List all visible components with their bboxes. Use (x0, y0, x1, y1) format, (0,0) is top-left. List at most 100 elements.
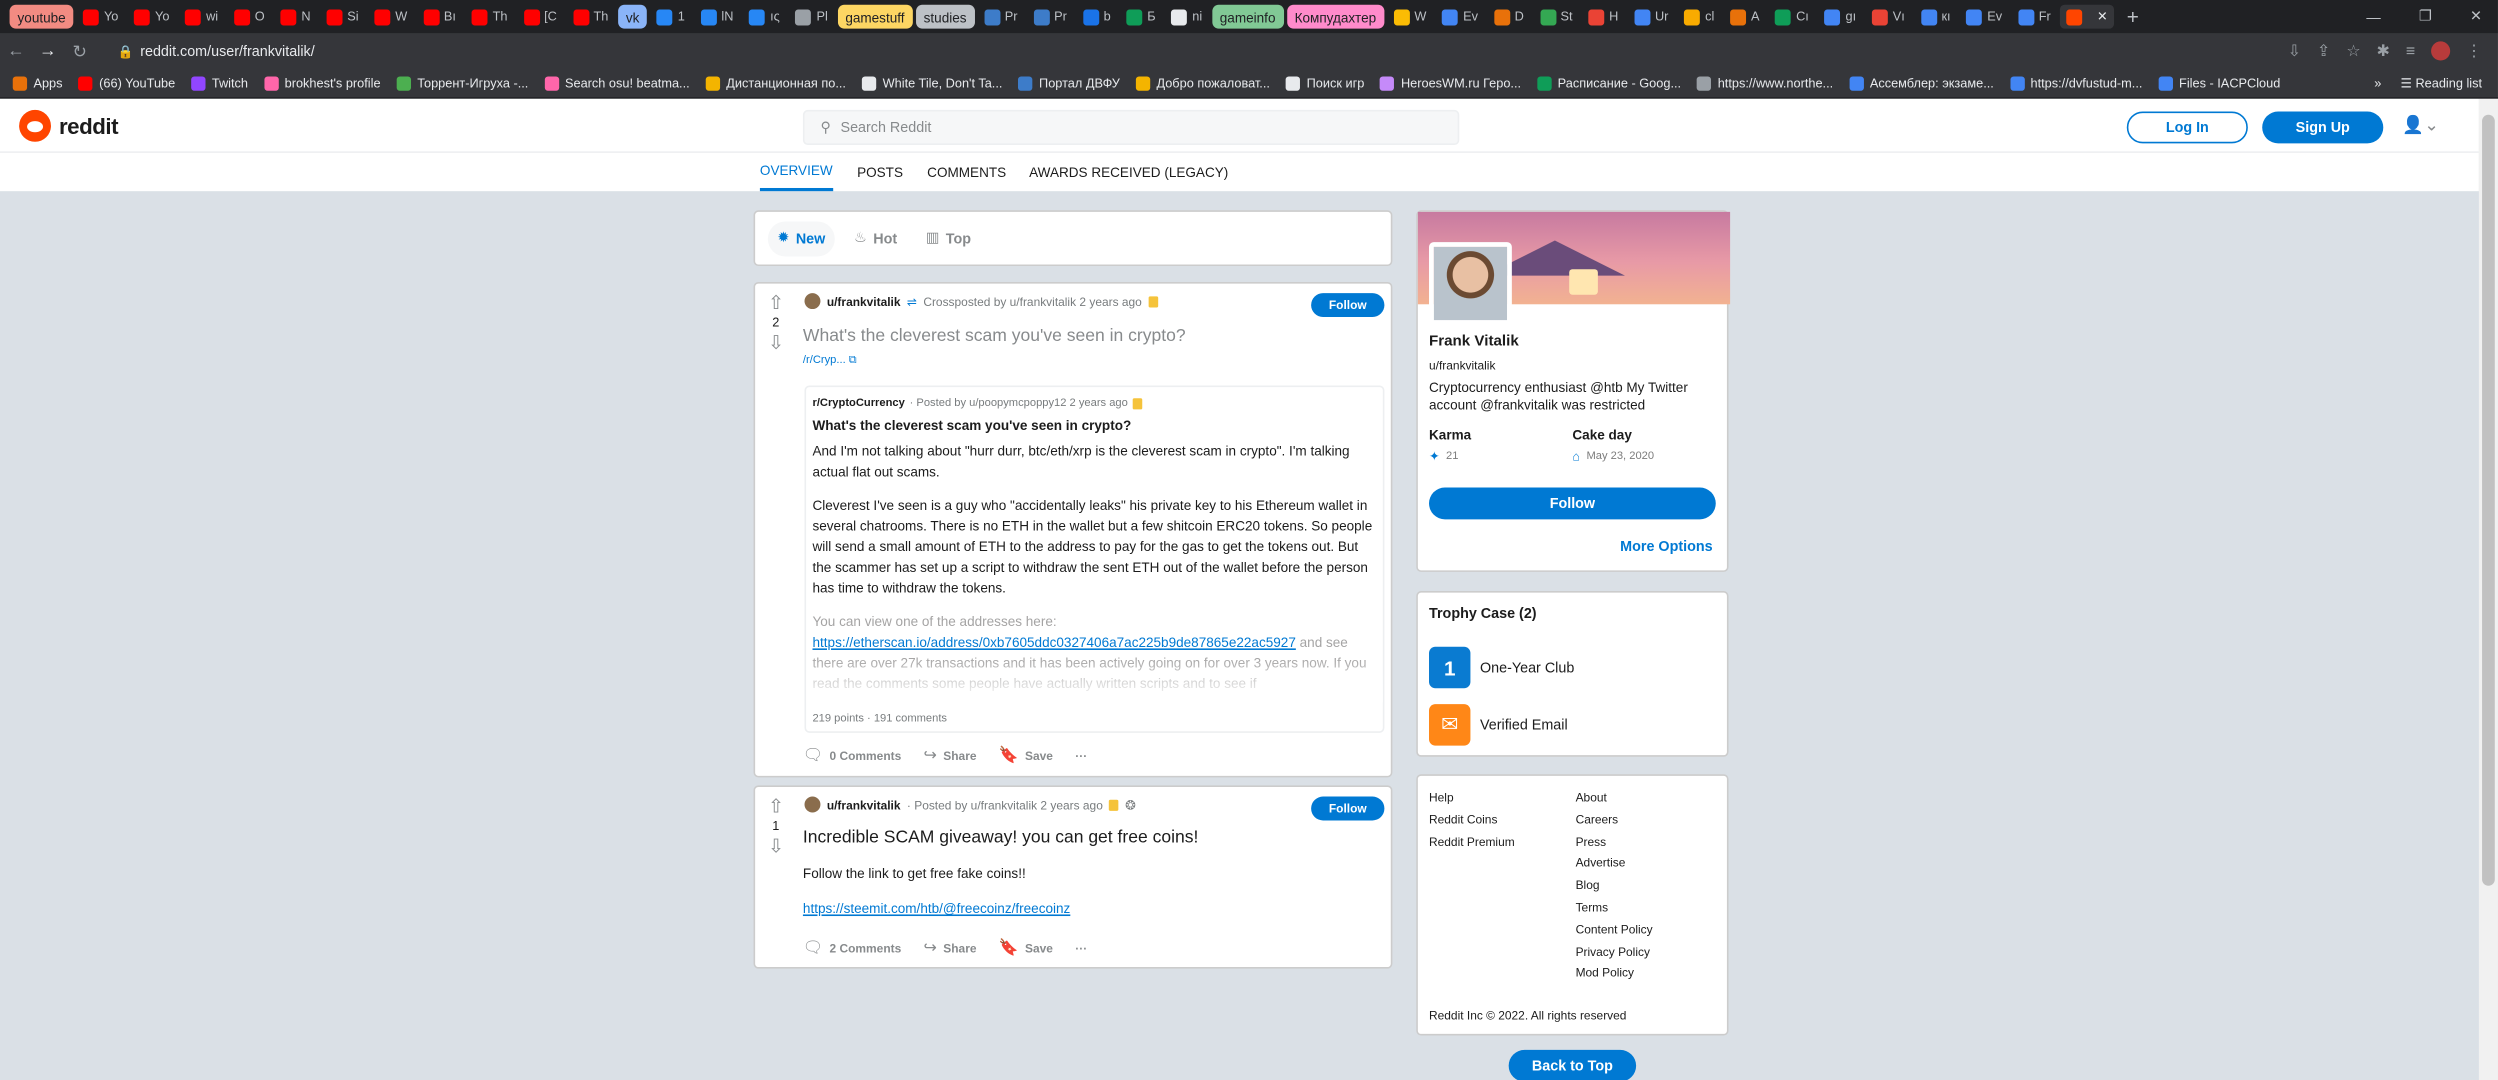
browser-tab[interactable]: Ev (1436, 5, 1484, 29)
browser-tab[interactable]: ni (1165, 5, 1208, 29)
bookmark-item[interactable]: (66) YouTube (78, 75, 175, 91)
address-bar[interactable]: 🔒 reddit.com/user/frankvitalik/ (108, 37, 2287, 66)
media-icon[interactable]: ≡ (2406, 42, 2415, 60)
crosspost-subreddit[interactable]: r/CryptoCurrency (812, 398, 904, 409)
tab-group-label[interactable]: gameinfo (1211, 4, 1284, 29)
comments-button[interactable]: 🗨 0 Comments (803, 747, 901, 765)
sort-hot-button[interactable]: ♨ Hot (844, 221, 906, 256)
extensions-icon[interactable]: ✱ (2377, 42, 2390, 60)
comments-button[interactable]: 🗨 2 Comments (803, 940, 901, 958)
page-scrollbar[interactable] (2478, 98, 2498, 1080)
bookmark-item[interactable]: Поиск игр (1285, 75, 1364, 91)
footer-link[interactable]: Terms (1576, 900, 1609, 914)
browser-tab[interactable]: Pr (1027, 5, 1073, 29)
follow-button[interactable]: Follow (1311, 796, 1385, 821)
close-tab-icon[interactable]: ✕ (2097, 10, 2108, 24)
sort-new-button[interactable]: ✹ New (767, 220, 835, 256)
post-title[interactable]: What's the cleverest scam you've seen in… (803, 327, 1186, 346)
browser-tab[interactable]: [C (517, 5, 563, 29)
tab-group-label[interactable]: youtube (9, 4, 74, 29)
install-icon[interactable]: ⇩ (2288, 42, 2301, 60)
footer-link[interactable]: Reddit Coins (1429, 812, 1497, 826)
browser-tab[interactable]: W (1387, 5, 1433, 29)
footer-link[interactable]: Privacy Policy (1576, 944, 1650, 958)
browser-tab[interactable]: O (228, 5, 271, 29)
bookmark-star-icon[interactable]: ☆ (2346, 42, 2360, 60)
footer-link[interactable]: Help (1429, 790, 1454, 804)
bookmark-item[interactable]: Search osu! beatma... (544, 75, 690, 91)
upvote-icon[interactable]: ⇧ (768, 797, 784, 816)
crosspost-title[interactable]: What's the cleverest scam you've seen in… (812, 417, 1131, 433)
bookmark-item[interactable]: Apps (12, 75, 63, 91)
bookmark-item[interactable]: Ассемблер: экзаме... (1849, 75, 1994, 91)
browser-tab[interactable]: Fr (2012, 5, 2058, 29)
login-button[interactable]: Log In (2126, 111, 2248, 144)
bookmark-item[interactable]: Торрент-Игруха -... (396, 75, 528, 91)
post-title[interactable]: Incredible SCAM giveaway! you can get fr… (803, 828, 1198, 847)
tab-group-label[interactable]: gamestuff (837, 4, 913, 29)
trophy-item[interactable]: ✉ Verified Email (1429, 704, 1568, 746)
browser-tab[interactable]: Pl (789, 5, 834, 29)
share-button[interactable]: ↪ Share (924, 940, 977, 958)
browser-tab[interactable]: b (1076, 5, 1117, 29)
browser-tab[interactable]: St (1533, 5, 1579, 29)
bookmark-item[interactable]: https://www.northe... (1697, 75, 1833, 91)
menu-icon[interactable]: ⋮ (2466, 42, 2482, 60)
bookmark-item[interactable]: Добро пожаловат... (1135, 75, 1270, 91)
profile-avatar-icon[interactable] (2431, 41, 2451, 61)
tab-group-label[interactable]: studies (915, 4, 975, 29)
share-button[interactable]: ↪ Share (924, 747, 977, 765)
footer-link[interactable]: Reddit Premium (1429, 834, 1515, 848)
tab-group-label[interactable]: vk (617, 4, 648, 29)
steemit-link[interactable]: https://steemit.com/htb/@freecoinz/freec… (803, 900, 1070, 916)
more-bookmarks-icon[interactable]: » (2374, 76, 2381, 90)
footer-link[interactable]: Blog (1576, 878, 1600, 892)
upvote-icon[interactable]: ⇧ (768, 293, 784, 312)
back-icon[interactable]: ← (0, 41, 32, 60)
browser-tab[interactable]: кı (1914, 5, 1957, 29)
bookmark-item[interactable]: https://dvfustud-m... (2009, 75, 2142, 91)
footer-link[interactable]: Content Policy (1576, 922, 1653, 936)
back-to-top-button[interactable]: Back to Top (1508, 1049, 1637, 1080)
browser-tab[interactable]: ✕ (2060, 4, 2115, 29)
profile-follow-button[interactable]: Follow (1429, 487, 1716, 520)
scrollbar-thumb[interactable] (2482, 114, 2495, 886)
downvote-icon[interactable]: ⇩ (768, 836, 784, 855)
new-tab-icon[interactable]: + (2127, 5, 2139, 29)
browser-tab[interactable]: gı (1818, 5, 1862, 29)
post-card[interactable]: ⇧ 2 ⇩ u/frankvitalik ⇌ Crossposted by u/… (753, 281, 1393, 778)
more-icon[interactable]: ··· (1075, 749, 1087, 763)
bookmark-item[interactable]: HeroesWM.ru Геро... (1380, 75, 1521, 91)
forward-icon[interactable]: → (32, 41, 64, 60)
follow-button[interactable]: Follow (1311, 293, 1385, 318)
browser-tab[interactable]: Ur (1628, 5, 1675, 29)
tab-overview[interactable]: OVERVIEW (759, 153, 833, 192)
tab-awards[interactable]: AWARDS RECEIVED (LEGACY) (1029, 153, 1228, 191)
footer-link[interactable]: Advertise (1576, 856, 1626, 870)
browser-tab[interactable]: Б (1120, 5, 1162, 29)
user-menu-icon[interactable]: 👤⌄ (2402, 115, 2439, 135)
footer-link[interactable]: About (1576, 790, 1607, 804)
footer-link[interactable]: Mod Policy (1576, 966, 1634, 980)
tab-posts[interactable]: POSTS (857, 153, 903, 191)
post-author[interactable]: u/frankvitalik (827, 294, 901, 308)
browser-tab[interactable]: Si (320, 5, 365, 29)
bookmark-item[interactable]: Портал ДВФУ (1018, 75, 1120, 91)
restore-icon[interactable]: ❐ (2419, 8, 2432, 26)
browser-tab[interactable]: Yo (77, 5, 125, 29)
browser-tab[interactable]: lN (694, 5, 740, 29)
save-button[interactable]: 🔖 Save (999, 940, 1053, 958)
post-card[interactable]: ⇧ 1 ⇩ u/frankvitalik · Posted by u/frank… (753, 785, 1393, 969)
more-options-button[interactable]: More Options (1620, 538, 1712, 554)
browser-tab[interactable]: 1 (651, 5, 692, 29)
browser-tab[interactable]: Yo (128, 5, 176, 29)
sort-top-button[interactable]: ▥ Top (916, 221, 980, 256)
browser-tab[interactable]: wi (179, 5, 225, 29)
reading-list-button[interactable]: ☰ Reading list (2400, 76, 2482, 90)
tab-group-label[interactable]: Компудахтер (1286, 4, 1385, 29)
browser-tab[interactable]: Vı (1866, 5, 1912, 29)
save-button[interactable]: 🔖 Save (999, 747, 1053, 765)
browser-tab[interactable]: W (368, 5, 414, 29)
search-input[interactable]: ⚲ Search Reddit (802, 109, 1460, 145)
browser-tab[interactable]: D (1488, 5, 1531, 29)
